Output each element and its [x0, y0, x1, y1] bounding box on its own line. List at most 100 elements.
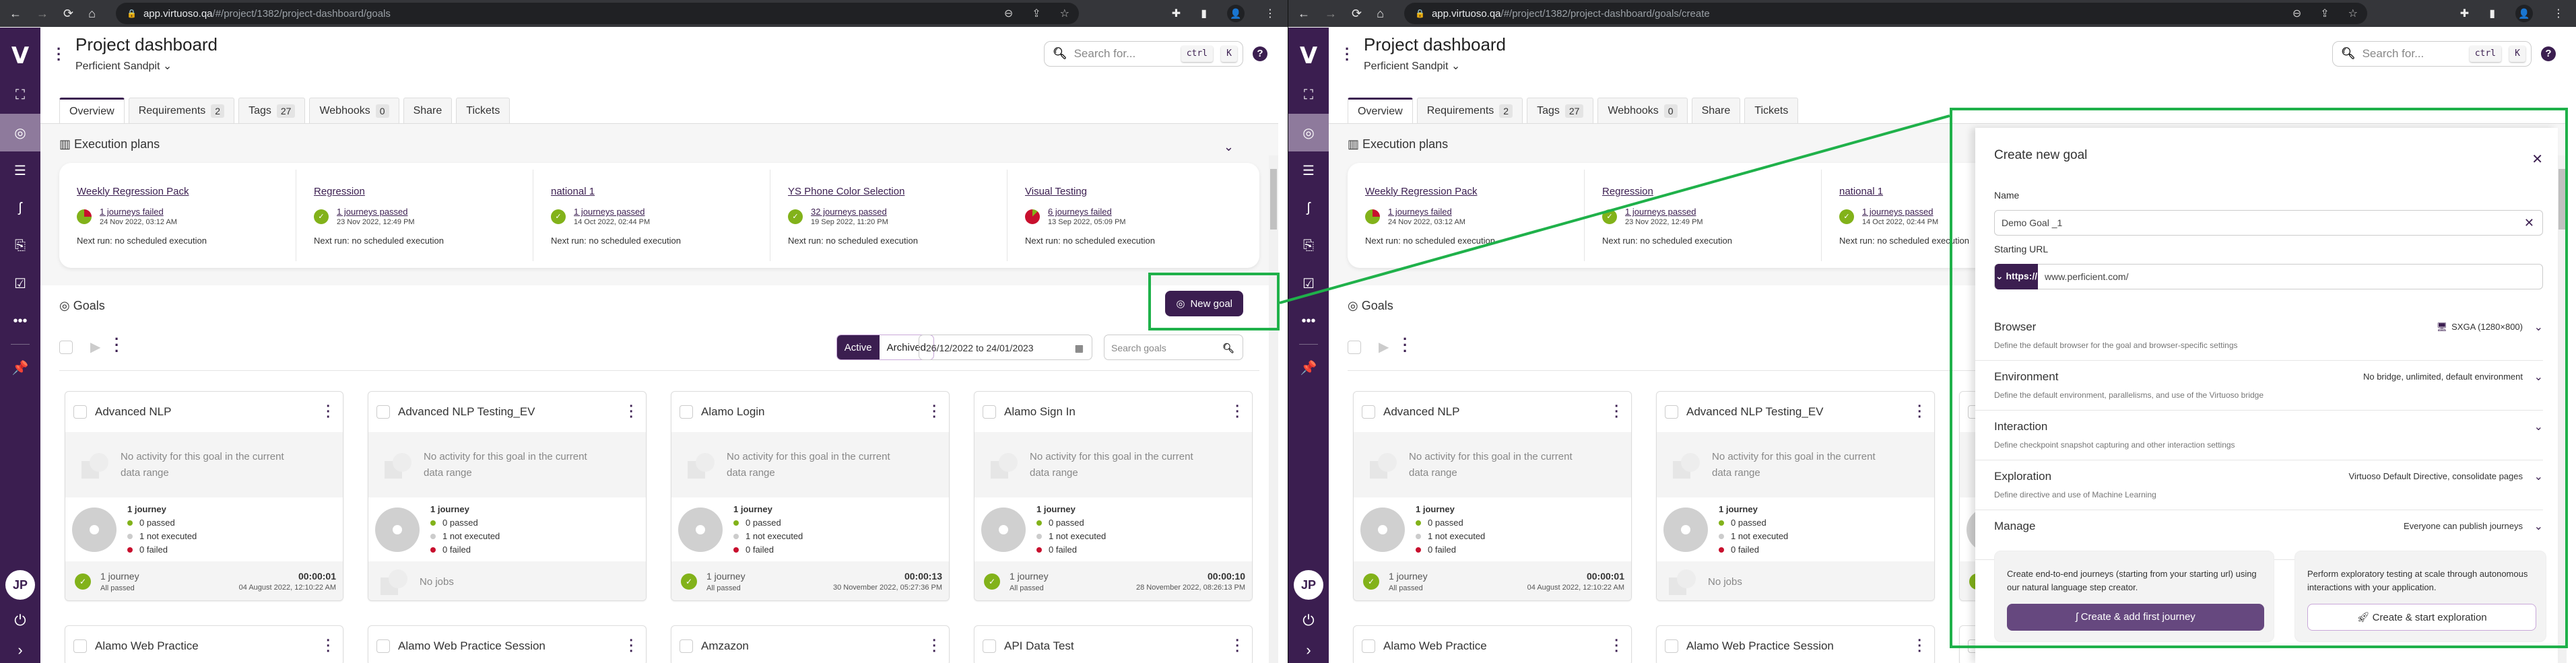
- scrollbar[interactable]: [1269, 155, 1278, 663]
- sidebar-pin-icon[interactable]: 📌: [1288, 349, 1329, 386]
- goal-card[interactable]: Alamo Sign In ··· No activity for this g…: [974, 391, 1253, 601]
- goal-menu-icon[interactable]: ···: [1614, 400, 1619, 424]
- tab-overview[interactable]: Overview: [59, 98, 125, 123]
- plan-name-link[interactable]: Regression: [314, 186, 515, 197]
- goal-name-input[interactable]: Demo Goal _1 ✕: [1994, 210, 2543, 236]
- goal-card[interactable]: Advanced NLP Testing_EV · · · No activity …: [368, 391, 647, 601]
- virtuoso-logo[interactable]: V: [1300, 42, 1317, 69]
- chevron-down-icon[interactable]: ⌄: [2534, 520, 2543, 533]
- sidebar-more-icon[interactable]: •••: [0, 302, 40, 340]
- tab-requirements[interactable]: Requirements 2: [128, 98, 235, 123]
- run-selected-icon[interactable]: ▶: [1379, 339, 1389, 355]
- plan-name-link[interactable]: Weekly Regression Pack: [1365, 186, 1566, 197]
- search-goals-input[interactable]: Search goals 🔍︎: [1104, 335, 1243, 360]
- scrollbar-thumb[interactable]: [1270, 169, 1277, 230]
- chevron-down-icon[interactable]: ⌄: [2534, 320, 2543, 334]
- collapse-plans-icon[interactable]: ⌄: [1224, 140, 1234, 154]
- goal-checkbox[interactable]: [73, 639, 87, 653]
- goal-card[interactable]: Alamo Web Practice Session · · ·: [368, 625, 647, 663]
- profile-icon[interactable]: 👤: [2515, 5, 2533, 22]
- back-icon[interactable]: ←: [9, 7, 22, 21]
- project-selector[interactable]: Perficient Sandpit ⌄: [75, 59, 172, 73]
- global-search-input[interactable]: 🔍︎ Search for... ctrl K: [2332, 41, 2532, 67]
- tab-requirements[interactable]: Requirements 2: [1416, 98, 1523, 123]
- goal-card[interactable]: Alamo Web Practice Session · · ·: [1656, 625, 1935, 663]
- sidebar-code-file-icon[interactable]: ⎘: [1288, 227, 1329, 265]
- forward-icon[interactable]: →: [36, 7, 48, 21]
- goal-jobs[interactable]: ✓ 1 journey All passed 00:00:01 04 August …: [1354, 561, 1631, 600]
- goal-menu-icon[interactable]: ···: [1917, 634, 1922, 658]
- settings-section-interaction[interactable]: Interaction Define checkpoint snapshot c…: [1975, 411, 2543, 460]
- goal-checkbox[interactable]: [680, 639, 693, 653]
- side-panel-icon[interactable]: ▮: [1201, 7, 1207, 20]
- goal-menu-icon[interactable]: ···: [1614, 634, 1619, 658]
- power-icon[interactable]: ⏻: [14, 612, 26, 629]
- select-all-checkbox[interactable]: [1348, 341, 1361, 354]
- bulk-menu-icon[interactable]: · · ·: [1403, 332, 1408, 359]
- sidebar-checklist-icon[interactable]: ☑: [0, 265, 40, 302]
- sidebar-pin-icon[interactable]: 📌: [0, 349, 40, 386]
- plan-status-link[interactable]: 6 journeys failed: [1048, 207, 1126, 217]
- address-bar[interactable]: 🔒 app.virtuoso.qa /#/project/1382/projec…: [116, 3, 1079, 24]
- project-menu-icon[interactable]: · · ·: [1345, 42, 1350, 67]
- plan-name-link[interactable]: YS Phone Color Selection: [788, 186, 989, 197]
- help-icon[interactable]: ?: [1253, 46, 1267, 61]
- sidebar-list-icon[interactable]: ☰: [1288, 151, 1329, 189]
- goal-card[interactable]: Alamo Login ··· No activity for this goa…: [671, 391, 950, 601]
- tab-webhooks[interactable]: Webhooks 0: [1597, 98, 1688, 123]
- tab-tags[interactable]: Tags 27: [238, 98, 306, 123]
- protocol-dropdown[interactable]: ⌄ https://: [1995, 264, 2038, 289]
- browser-menu-icon[interactable]: ⋮: [1265, 7, 1276, 20]
- sidebar-goals-icon[interactable]: ◎: [1288, 114, 1329, 151]
- goal-card[interactable]: Advanced NLP · · · No activity for this go…: [65, 391, 343, 601]
- zoom-out-icon[interactable]: ⊖: [2292, 7, 2301, 20]
- share-icon[interactable]: ⇪: [2320, 7, 2329, 20]
- goal-checkbox[interactable]: [1665, 405, 1678, 419]
- goal-card[interactable]: Alamo Web Practice · · ·: [65, 625, 343, 663]
- user-avatar[interactable]: JP: [1294, 570, 1323, 600]
- scrollbar[interactable]: [2557, 155, 2567, 663]
- plan-status-link[interactable]: 1 journeys passed: [574, 207, 650, 217]
- virtuoso-logo[interactable]: V: [11, 42, 29, 69]
- chevron-down-icon[interactable]: ⌄: [2534, 370, 2543, 384]
- plan-status-link[interactable]: 1 journeys passed: [1862, 207, 1938, 217]
- goal-checkbox[interactable]: [680, 405, 693, 419]
- goal-menu-icon[interactable]: ···: [1235, 400, 1240, 424]
- address-bar[interactable]: 🔒 app.virtuoso.qa /#/project/1382/projec…: [1404, 3, 2367, 24]
- goal-menu-icon[interactable]: ···: [629, 400, 634, 424]
- sidebar-code-file-icon[interactable]: ⎘: [0, 227, 40, 265]
- zoom-out-icon[interactable]: ⊖: [1004, 7, 1013, 20]
- goal-card[interactable]: Amzazon ···: [671, 625, 950, 663]
- settings-section-exploration[interactable]: Exploration Define directive and use of …: [1975, 460, 2543, 510]
- plan-name-link[interactable]: Visual Testing: [1025, 186, 1227, 197]
- sidebar-journey-icon[interactable]: ʃ: [0, 189, 40, 227]
- goal-menu-icon[interactable]: ···: [1917, 400, 1922, 424]
- create-start-exploration-button[interactable]: 🚀︎ Create & start exploration: [2307, 604, 2536, 631]
- goal-card[interactable]: Alamo Web Practice · · ·: [1353, 625, 1632, 663]
- side-panel-icon[interactable]: ▮: [2489, 7, 2495, 20]
- tab-webhooks[interactable]: Webhooks 0: [309, 98, 399, 123]
- goal-menu-icon[interactable]: ···: [629, 634, 634, 658]
- extensions-icon[interactable]: ✚: [1172, 7, 1181, 20]
- settings-section-browser[interactable]: Browser Define the default browser for t…: [1975, 311, 2543, 361]
- goal-checkbox[interactable]: [1665, 639, 1678, 653]
- home-icon[interactable]: ⌂: [88, 7, 96, 21]
- user-avatar[interactable]: JP: [5, 570, 35, 600]
- plan-status-link[interactable]: 1 journeys passed: [1625, 207, 1703, 217]
- extensions-icon[interactable]: ✚: [2460, 7, 2469, 20]
- starting-url-input[interactable]: ⌄ https:// www.perficient.com/: [1994, 264, 2543, 289]
- plan-status-link[interactable]: 1 journeys failed: [100, 207, 177, 217]
- goal-menu-icon[interactable]: ···: [932, 634, 937, 658]
- goal-checkbox[interactable]: [73, 405, 87, 419]
- tab-tickets[interactable]: Tickets: [1744, 98, 1799, 123]
- plan-name-link[interactable]: Weekly Regression Pack: [77, 186, 278, 197]
- sidebar-requirements-icon[interactable]: ⛶: [0, 76, 40, 114]
- plan-name-link[interactable]: Regression: [1602, 186, 1804, 197]
- goal-menu-icon[interactable]: ···: [326, 400, 331, 424]
- date-range-input[interactable]: 26/12/2022 to 24/01/2023 ▦: [919, 335, 1092, 360]
- goal-checkbox[interactable]: [1362, 405, 1375, 419]
- goal-checkbox[interactable]: [983, 405, 996, 419]
- goal-checkbox[interactable]: [376, 405, 390, 419]
- filter-active[interactable]: Active: [836, 335, 880, 359]
- home-icon[interactable]: ⌂: [1377, 7, 1384, 21]
